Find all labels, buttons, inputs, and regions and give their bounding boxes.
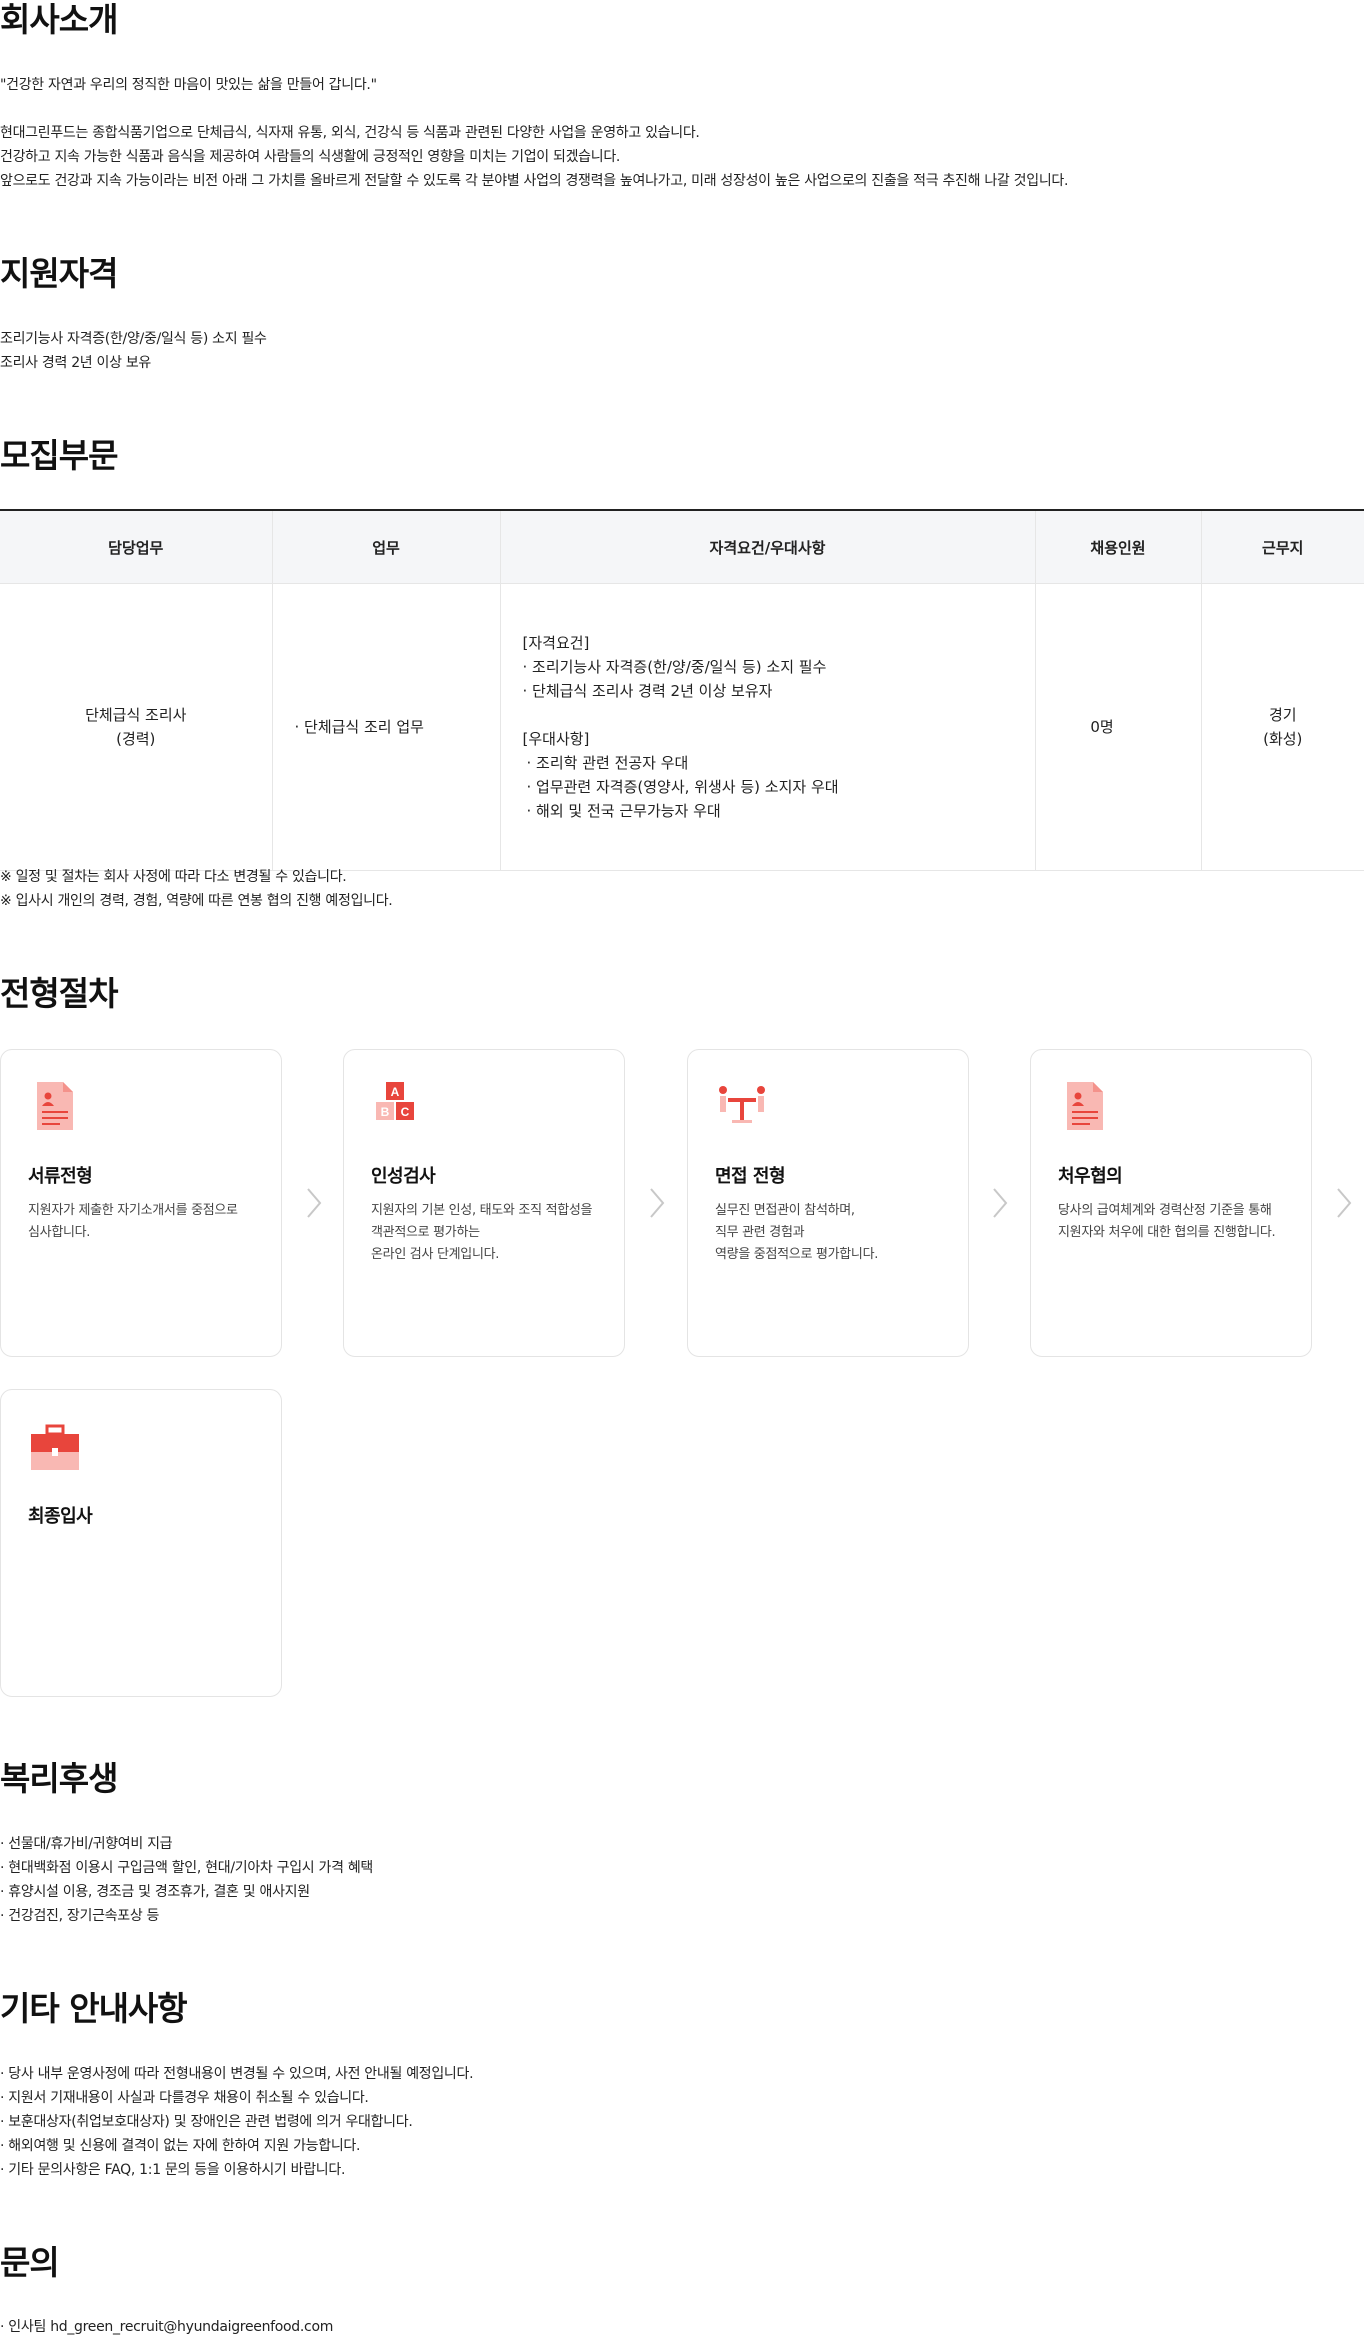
section-title-benefits: 복리후생 <box>0 1759 118 1798</box>
qual-line: [자격요건] <box>522 634 590 652</box>
etc-line: · 보훈대상자(취업보호대상자) 및 장애인은 관련 법령에 의거 우대합니다. <box>0 2114 413 2130</box>
qualification-line: 조리기능사 자격증(한/양/중/일식 등) 소지 필수 <box>0 331 267 347</box>
header-role: 담당업무 <box>0 510 272 584</box>
step-desc-line: 심사합니다. <box>28 1225 91 1240</box>
etc-line: · 당사 내부 운영사정에 따라 전형내용이 변경될 수 있으며, 사전 안내될… <box>0 2066 474 2082</box>
qualification-list: 조리기능사 자격증(한/양/중/일식 등) 소지 필수 조리사 경력 2년 이상… <box>0 327 267 375</box>
etc-line: · 기타 문의사항은 FAQ, 1:1 문의 등을 이용하시기 바랍니다. <box>0 2162 346 2178</box>
step-desc-line: 직무 관련 경험과 <box>715 1225 805 1240</box>
role-type: (경력) <box>116 730 156 748</box>
headcount-text: 0명 <box>1090 718 1114 736</box>
svg-text:A: A <box>391 1085 400 1099</box>
recruit-notes: ※ 일정 및 절차는 회사 사정에 따라 다소 변경될 수 있습니다. ※ 입사… <box>0 865 393 913</box>
document-icon <box>1067 1082 1103 1130</box>
qual-line: · 단체급식 조리사 경력 2년 이상 보유자 <box>522 682 773 700</box>
step-title: 면접 전형 <box>715 1166 786 1187</box>
step-desc-line: 객관적으로 평가하는 <box>371 1225 480 1240</box>
step-title: 인성검사 <box>371 1166 436 1187</box>
qual-line: · 조리기능사 자격증(한/양/중/일식 등) 소지 필수 <box>522 658 827 676</box>
cell-headcount: 0명 <box>1034 583 1201 871</box>
benefits-list: · 선물대/휴가비/귀향여비 지급 · 현대백화점 이용시 구입금액 할인, 현… <box>0 1832 373 1928</box>
step-desc-line: 당사의 급여체계와 경력산정 기준을 통해 <box>1058 1203 1272 1218</box>
step-desc: 지원자가 제출한 자기소개서를 중점으로 심사합니다. <box>28 1200 238 1244</box>
note-line: ※ 입사시 개인의 경력, 경험, 역량에 따른 연봉 협의 진행 예정입니다. <box>0 893 393 909</box>
etc-line: · 지원서 기재내용이 사실과 다를경우 채용이 취소될 수 있습니다. <box>0 2090 369 2106</box>
header-qualification: 자격요건/우대사항 <box>499 510 1035 584</box>
note-line: ※ 일정 및 절차는 회사 사정에 따라 다소 변경될 수 있습니다. <box>0 869 347 885</box>
location-region: 경기 <box>1268 706 1297 724</box>
table-header-row: 담당업무 업무 자격요건/우대사항 채용인원 근무지 <box>0 510 1364 584</box>
qual-line: · 조리학 관련 전공자 우대 <box>526 754 689 772</box>
chevron-right-icon <box>650 1188 665 1218</box>
abc-blocks-icon: A B C <box>376 1082 414 1120</box>
section-title-qualification: 지원자격 <box>0 254 118 293</box>
header-headcount: 채용인원 <box>1034 510 1201 584</box>
process-step-personality-test: A B C 인성검사 지원자의 기본 인성, 태도와 조직 적합성을 객관적으로… <box>343 1049 625 1357</box>
etc-line: · 해외여행 및 신용에 결격이 없는 자에 한하여 지원 가능합니다. <box>0 2138 361 2154</box>
step-title: 서류전형 <box>28 1166 93 1187</box>
document-icon <box>37 1082 73 1130</box>
cell-task: · 단체급식 조리 업무 <box>271 583 500 871</box>
svg-text:B: B <box>381 1105 390 1119</box>
chevron-right-icon <box>1337 1188 1352 1218</box>
cell-location: 경기 (화성) <box>1200 583 1364 871</box>
chevron-right-icon <box>307 1188 322 1218</box>
section-title-recruit: 모집부문 <box>0 436 118 475</box>
qual-line: [우대사항] <box>522 730 590 748</box>
step-desc-line: 온라인 검사 단계입니다. <box>371 1247 500 1262</box>
briefcase-icon <box>31 1424 79 1470</box>
header-task: 업무 <box>271 510 500 584</box>
step-desc-line: 지원자가 제출한 자기소개서를 중점으로 <box>28 1203 238 1218</box>
step-desc-line: 역량을 중점적으로 평가합니다. <box>715 1247 879 1262</box>
step-desc-line: 실무진 면접관이 참석하며, <box>715 1203 855 1218</box>
step-desc: 실무진 면접관이 참석하며, 직무 관련 경험과 역량을 중점적으로 평가합니다… <box>715 1200 878 1266</box>
qual-spacer <box>523 703 1034 727</box>
contact-info: · 인사팀 hd_green_recruit@hyundaigreenfood.… <box>0 2315 333 2339</box>
contact-email[interactable]: · 인사팀 hd_green_recruit@hyundaigreenfood.… <box>0 2315 333 2339</box>
cell-qualification: [자격요건] · 조리기능사 자격증(한/양/중/일식 등) 소지 필수 · 단… <box>499 583 1035 871</box>
process-step-interview: 면접 전형 실무진 면접관이 참석하며, 직무 관련 경험과 역량을 중점적으로… <box>687 1049 969 1357</box>
section-title-about: 회사소개 <box>0 0 118 39</box>
about-line: 현대그린푸드는 종합식품기업으로 단체급식, 식자재 유통, 외식, 건강식 등… <box>0 125 700 141</box>
step-desc-line: 지원자의 기본 인성, 태도와 조직 적합성을 <box>371 1203 593 1218</box>
qual-line: · 해외 및 전국 근무가능자 우대 <box>526 802 721 820</box>
section-title-etc: 기타 안내사항 <box>0 1989 188 2028</box>
table-row: 단체급식 조리사 (경력) · 단체급식 조리 업무 [자격요건] · 조리기능… <box>0 583 1364 871</box>
svg-text:C: C <box>401 1105 410 1119</box>
cell-role: 단체급식 조리사 (경력) <box>0 583 272 871</box>
about-line: 앞으로도 건강과 지속 가능이라는 비전 아래 그 가치를 올바르게 전달할 수… <box>0 173 1069 189</box>
benefit-line: · 선물대/휴가비/귀향여비 지급 <box>0 1836 173 1852</box>
step-desc-line: 지원자와 처우에 대한 협의를 진행합니다. <box>1058 1225 1276 1240</box>
step-title: 처우협의 <box>1058 1166 1123 1187</box>
location-city: (화성) <box>1263 730 1303 748</box>
step-desc: 당사의 급여체계와 경력산정 기준을 통해 지원자와 처우에 대한 협의를 진행… <box>1058 1200 1276 1244</box>
about-line: 건강하고 지속 가능한 식품과 음식을 제공하여 사람들의 식생활에 긍정적인 … <box>0 149 621 165</box>
qual-line: · 업무관련 자격증(영양사, 위생사 등) 소지자 우대 <box>526 778 839 796</box>
etc-list: · 당사 내부 운영사정에 따라 전형내용이 변경될 수 있으며, 사전 안내될… <box>0 2062 474 2182</box>
step-title: 최종입사 <box>28 1506 93 1527</box>
header-location: 근무지 <box>1200 510 1364 584</box>
section-title-contact: 문의 <box>0 2243 60 2282</box>
role-name: 단체급식 조리사 <box>85 706 187 724</box>
benefit-line: · 건강검진, 장기근속포상 등 <box>0 1908 160 1924</box>
benefit-line: · 휴양시설 이용, 경조금 및 경조휴가, 결혼 및 애사지원 <box>0 1884 310 1900</box>
benefit-line: · 현대백화점 이용시 구입금액 할인, 현대/기아차 구입시 가격 혜택 <box>0 1860 373 1876</box>
interview-icon <box>719 1086 765 1123</box>
section-title-process: 전형절차 <box>0 974 118 1013</box>
task-text: · 단체급식 조리 업무 <box>294 718 424 736</box>
about-quote: "건강한 자연과 우리의 정직한 마음이 맛있는 삶을 만들어 갑니다." <box>0 77 377 93</box>
step-desc: 지원자의 기본 인성, 태도와 조직 적합성을 객관적으로 평가하는 온라인 검… <box>371 1200 593 1266</box>
about-text: "건강한 자연과 우리의 정직한 마음이 맛있는 삶을 만들어 갑니다." 현대… <box>0 73 1068 193</box>
qualification-line: 조리사 경력 2년 이상 보유 <box>0 355 152 371</box>
process-step-final-hire: 최종입사 <box>0 1389 282 1697</box>
recruit-table: 담당업무 업무 자격요건/우대사항 채용인원 근무지 단체급식 조리사 (경력)… <box>0 509 1364 871</box>
process-step-document: 서류전형 지원자가 제출한 자기소개서를 중점으로 심사합니다. <box>0 1049 282 1357</box>
chevron-right-icon <box>993 1188 1008 1218</box>
process-step-compensation: 처우협의 당사의 급여체계와 경력산정 기준을 통해 지원자와 처우에 대한 협… <box>1030 1049 1312 1357</box>
